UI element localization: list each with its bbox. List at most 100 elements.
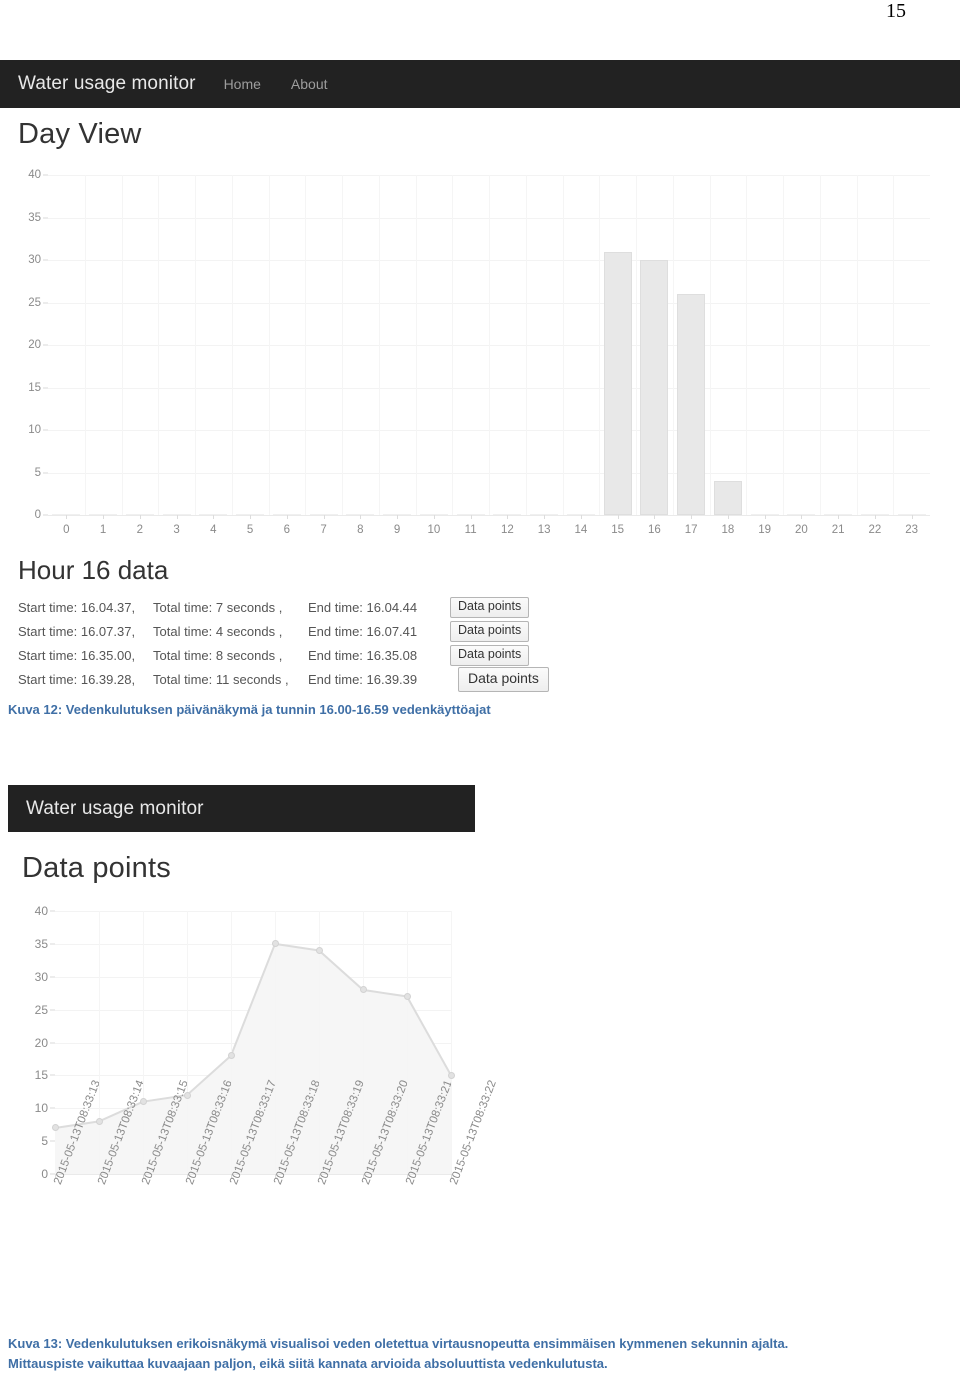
bar-16[interactable] bbox=[640, 260, 669, 515]
bar-13[interactable] bbox=[530, 514, 559, 515]
bar-4[interactable] bbox=[199, 514, 228, 515]
row-total-time: Total time: 4 seconds , bbox=[153, 624, 283, 639]
x-axis-tick-label: 5 bbox=[246, 524, 254, 536]
row-total-time: Total time: 8 seconds , bbox=[153, 648, 283, 663]
app-brand[interactable]: Water usage monitor bbox=[18, 73, 196, 95]
bar-6[interactable] bbox=[272, 514, 301, 515]
bar-7[interactable] bbox=[309, 514, 338, 515]
bar-17[interactable] bbox=[677, 294, 706, 515]
data-point-marker[interactable] bbox=[139, 1098, 147, 1106]
x-axis-tick-mark bbox=[838, 515, 840, 519]
x-axis-tick-label: 1 bbox=[99, 524, 107, 536]
data-points-area-chart: 0 5 10 15 20 25 30 35 40 2015-05-13T08:33:13 2015-… bbox=[35, 904, 499, 1186]
nav-link-home[interactable]: Home bbox=[224, 76, 261, 92]
gridline-vertical bbox=[363, 911, 364, 1174]
x-axis-tick-mark bbox=[250, 515, 252, 519]
y-axis-tick-label: 35 bbox=[34, 936, 48, 951]
hour-data-row: Start time: 16.07.37, Total time: 4 secon… bbox=[18, 620, 530, 643]
bar-5[interactable] bbox=[236, 514, 265, 515]
x-axis-tick-mark bbox=[801, 515, 803, 519]
gridline-vertical bbox=[407, 911, 408, 1174]
x-axis-tick-label: 22 bbox=[868, 524, 882, 536]
y-axis-tick-label: 15 bbox=[34, 1068, 48, 1083]
gridline-vertical bbox=[452, 175, 454, 515]
data-point-marker[interactable] bbox=[403, 992, 411, 1000]
y-axis-tick-mark bbox=[43, 302, 48, 303]
x-axis-tick-mark bbox=[507, 515, 509, 519]
gridline-vertical bbox=[99, 911, 100, 1174]
bar-1[interactable] bbox=[89, 514, 118, 515]
x-axis-tick-label: 23 bbox=[905, 524, 919, 536]
bar-3[interactable] bbox=[162, 514, 191, 515]
gridline-vertical bbox=[893, 175, 895, 515]
x-axis-tick-mark bbox=[874, 515, 876, 519]
bar-21[interactable] bbox=[824, 514, 853, 515]
y-axis-tick-label: 40 bbox=[28, 169, 41, 181]
data-points-button[interactable]: Data points bbox=[458, 667, 549, 692]
y-axis-tick-mark bbox=[43, 259, 48, 261]
hour-data-row: Start time: 16.35.00, Total time: 8 secon… bbox=[18, 644, 530, 667]
y-axis-tick-mark bbox=[43, 472, 48, 473]
gridline-vertical bbox=[489, 175, 490, 515]
y-axis-tick-label: 0 bbox=[41, 1167, 48, 1181]
app-brand-secondary[interactable]: Water usage monitor bbox=[26, 798, 204, 820]
x-axis-tick-mark bbox=[397, 515, 399, 519]
x-axis-tick-mark bbox=[911, 515, 913, 519]
gridline-vertical bbox=[746, 175, 748, 515]
bar-0[interactable] bbox=[52, 514, 81, 515]
data-point-marker[interactable] bbox=[271, 940, 279, 948]
x-axis-tick-mark bbox=[176, 515, 178, 519]
data-point-marker[interactable] bbox=[315, 946, 323, 954]
data-point-marker[interactable] bbox=[183, 1091, 191, 1099]
row-start-time: Start time: 16.35.00, bbox=[18, 648, 136, 663]
x-axis-tick-mark bbox=[433, 515, 435, 519]
y-axis-tick-label: 5 bbox=[41, 1134, 48, 1149]
x-axis-tick-label: 0 bbox=[63, 524, 70, 536]
nav-link-about[interactable]: About bbox=[291, 76, 328, 92]
bar-18[interactable] bbox=[713, 481, 742, 515]
data-points-button[interactable]: Data points bbox=[450, 621, 530, 642]
screenshot-day-view: Water usage monitor Home About Day View … bbox=[0, 60, 960, 692]
bar-22[interactable] bbox=[860, 514, 889, 515]
gridline-vertical bbox=[143, 911, 144, 1174]
bar-2[interactable] bbox=[125, 514, 154, 515]
bar-8[interactable] bbox=[346, 514, 375, 515]
x-axis-tick-label: 3 bbox=[173, 524, 180, 536]
bar-10[interactable] bbox=[419, 514, 448, 515]
data-points-button[interactable]: Data points bbox=[450, 645, 530, 666]
hour-data-row: Start time: 16.04.37, Total time: 7 secon… bbox=[18, 596, 530, 619]
data-points-button[interactable]: Data points bbox=[450, 597, 530, 618]
page-number: 15 bbox=[886, 0, 906, 22]
x-axis-tick-mark bbox=[764, 515, 766, 519]
x-axis-tick-mark bbox=[580, 515, 582, 519]
data-point-marker[interactable] bbox=[51, 1124, 59, 1132]
row-start-time: Start time: 16.07.37, bbox=[18, 624, 136, 639]
gridline-vertical bbox=[636, 175, 637, 515]
row-end-time: End time: 16.39.39 bbox=[308, 672, 418, 687]
gridline-vertical bbox=[672, 175, 674, 515]
bar-9[interactable] bbox=[383, 514, 412, 515]
caption-kuva-13-line2: Mittauspiste vaikuttaa kuvaajaan paljon,… bbox=[8, 1356, 608, 1371]
x-axis-tick-mark bbox=[323, 515, 325, 519]
y-axis-tick-mark bbox=[43, 344, 48, 346]
x-axis-tick-label: 20 bbox=[794, 524, 808, 536]
x-axis-tick-mark bbox=[617, 515, 619, 519]
bar-11[interactable] bbox=[456, 514, 485, 515]
bar-15[interactable] bbox=[603, 251, 632, 515]
x-axis-tick-label: 18 bbox=[721, 524, 735, 536]
bar-20[interactable] bbox=[787, 514, 816, 515]
x-axis-tick-label: 15 bbox=[611, 524, 625, 536]
data-point-marker[interactable] bbox=[447, 1071, 455, 1079]
data-point-marker[interactable] bbox=[359, 986, 367, 994]
bar-12[interactable] bbox=[493, 514, 522, 515]
gridline-vertical bbox=[378, 175, 380, 515]
bar-14[interactable] bbox=[566, 514, 595, 515]
caption-kuva-13-line1: Kuva 13: Vedenkulutuksen erikoisnäkymä v… bbox=[8, 1336, 789, 1351]
y-axis-tick-label: 20 bbox=[34, 1035, 48, 1050]
x-axis-tick-mark bbox=[727, 515, 729, 519]
data-point-marker[interactable] bbox=[227, 1052, 235, 1060]
y-axis-tick-label: 10 bbox=[34, 1101, 48, 1116]
data-point-marker[interactable] bbox=[95, 1117, 103, 1125]
bar-23[interactable] bbox=[897, 514, 926, 515]
bar-19[interactable] bbox=[750, 514, 779, 515]
